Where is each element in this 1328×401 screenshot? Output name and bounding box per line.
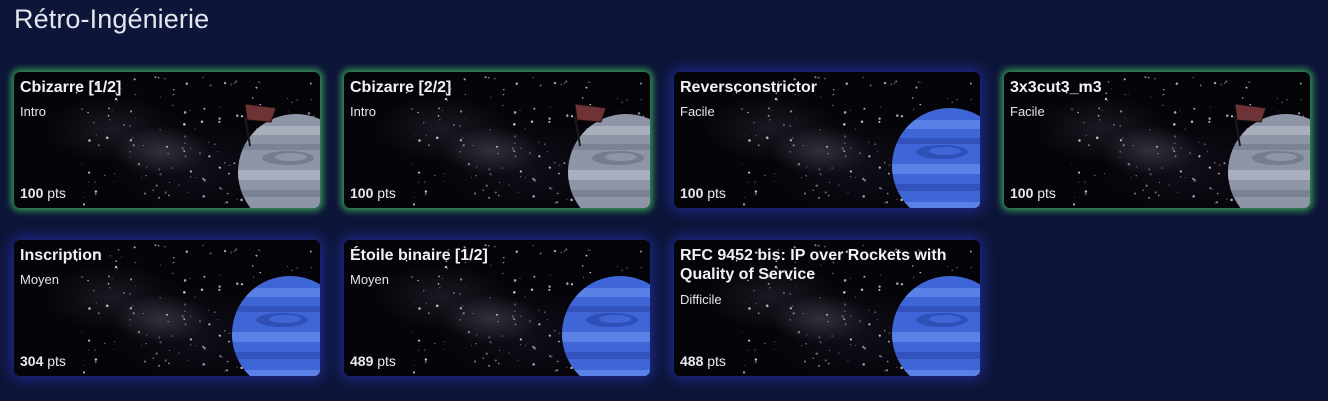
points-value: 100: [20, 185, 44, 201]
points-unit: pts: [47, 185, 66, 201]
challenge-points: 100 pts: [350, 185, 396, 201]
challenge-points: 304 pts: [20, 353, 66, 369]
challenge-card[interactable]: Étoile binaire [1/2] Moyen 489 pts: [344, 240, 650, 376]
challenge-card[interactable]: RFC 9452 bis: IP over Rockets with Quali…: [674, 240, 980, 376]
planet-icon: [892, 276, 980, 376]
points-unit: pts: [377, 185, 396, 201]
points-unit: pts: [707, 353, 726, 369]
challenge-card[interactable]: Cbizarre [2/2] Intro 100 pts: [344, 72, 650, 208]
challenge-card[interactable]: Inscription Moyen 304 pts: [14, 240, 320, 376]
challenge-points: 100 pts: [20, 185, 66, 201]
planet-icon: [232, 276, 320, 376]
challenge-title: Cbizarre [1/2]: [20, 79, 122, 96]
planet-icon: [892, 108, 980, 208]
points-value: 100: [350, 185, 374, 201]
challenge-title: Étoile binaire [1/2]: [350, 247, 488, 264]
challenge-difficulty: Facile: [680, 104, 715, 119]
planet-with-flag-icon: [1228, 103, 1310, 208]
points-value: 100: [680, 185, 704, 201]
challenge-title: Inscription: [20, 247, 102, 264]
challenge-title: 3x3cut3_m3: [1010, 79, 1102, 96]
challenge-title: Cbizarre [2/2]: [350, 79, 452, 96]
planet-icon: [562, 276, 650, 376]
challenge-title: RFC 9452 bis: IP over Rockets with Quali…: [680, 247, 947, 283]
section-title: Rétro-Ingénierie: [14, 4, 210, 34]
challenge-card[interactable]: Reversconstrictor Facile 100 pts: [674, 72, 980, 208]
points-unit: pts: [47, 353, 66, 369]
points-unit: pts: [1037, 185, 1056, 201]
points-value: 488: [680, 353, 704, 369]
challenge-difficulty: Moyen: [350, 272, 390, 287]
challenge-card[interactable]: Cbizarre [1/2] Intro 100 pts: [14, 72, 320, 208]
challenge-points: 488 pts: [680, 353, 726, 369]
planet-with-flag-icon: [568, 103, 650, 208]
points-unit: pts: [377, 353, 396, 369]
challenge-points: 100 pts: [1010, 185, 1056, 201]
challenge-difficulty: Intro: [20, 104, 47, 119]
challenge-title: Reversconstrictor: [680, 79, 817, 96]
challenge-difficulty: Difficile: [680, 292, 722, 307]
planet-with-flag-icon: [238, 103, 320, 208]
challenge-card[interactable]: 3x3cut3_m3 Facile 100 pts: [1004, 72, 1310, 208]
challenge-points: 100 pts: [680, 185, 726, 201]
points-value: 489: [350, 353, 374, 369]
challenge-difficulty: Intro: [350, 104, 377, 119]
points-value: 100: [1010, 185, 1034, 201]
challenge-difficulty: Moyen: [20, 272, 60, 287]
points-unit: pts: [707, 185, 726, 201]
challenge-points: 489 pts: [350, 353, 396, 369]
challenge-difficulty: Facile: [1010, 104, 1045, 119]
points-value: 304: [20, 353, 44, 369]
